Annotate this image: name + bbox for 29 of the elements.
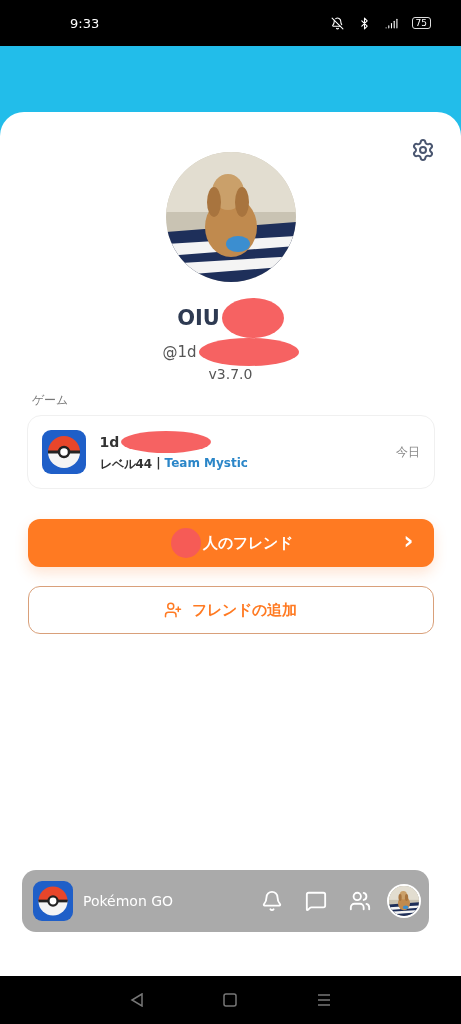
- pokeball-icon[interactable]: [33, 881, 73, 921]
- add-user-icon: [164, 601, 182, 619]
- menu-icon[interactable]: [317, 993, 332, 1007]
- app-version: v3.7.0: [208, 366, 253, 382]
- player-name: 1d: [99, 434, 120, 450]
- profile-name: OIU: [177, 306, 220, 330]
- chat-icon[interactable]: [305, 890, 327, 912]
- status-time: 9:33: [70, 15, 100, 31]
- friends-icon[interactable]: [349, 890, 371, 912]
- add-friend-button[interactable]: フレンドの追加: [27, 586, 434, 634]
- pokeball-icon: [41, 430, 86, 474]
- profile-handle: @1d: [162, 343, 197, 361]
- home-icon[interactable]: [223, 993, 238, 1007]
- game-card[interactable]: 1d レベル44 | Team Mystic 今日: [26, 415, 435, 489]
- redaction-mark: [170, 528, 201, 558]
- separator: |: [156, 456, 161, 472]
- mute-icon: [330, 16, 344, 30]
- back-icon[interactable]: [129, 993, 144, 1007]
- player-level: レベル44: [99, 456, 153, 473]
- battery-level: 75: [411, 17, 431, 29]
- last-played-date: 今日: [395, 443, 420, 461]
- team-name: Team Mystic: [164, 456, 248, 472]
- signal-icon: [384, 16, 398, 30]
- settings-icon[interactable]: [411, 138, 435, 162]
- bell-icon[interactable]: [261, 890, 283, 912]
- friends-button[interactable]: 人のフレンド ›: [27, 519, 434, 567]
- chevron-icon: ›: [403, 527, 414, 555]
- app-name: Pokémon GO: [83, 893, 175, 909]
- section-label: ゲーム: [32, 392, 68, 409]
